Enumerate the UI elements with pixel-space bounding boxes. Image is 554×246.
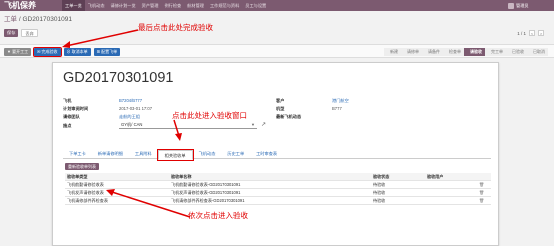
trash-icon[interactable]: 🗑 bbox=[479, 197, 484, 205]
field-value-customer[interactable]: 港门航空 bbox=[332, 98, 349, 104]
nav-item[interactable]: 工单一览 bbox=[62, 0, 85, 11]
location-select[interactable]: GY机/ CAN ▼ bbox=[119, 121, 257, 129]
top-navbar: 飞机保养 工单一览 飞机动态 请修计划一览 资产管理 例行检查 航材管理 工作规范与资料 员工… bbox=[0, 0, 554, 11]
breadcrumb-parent[interactable]: 工单 bbox=[4, 16, 17, 23]
status-stage[interactable]: 请修单 bbox=[401, 48, 422, 56]
main-nav: 工单一览 飞机动态 请修计划一览 资产管理 例行检查 航材管理 工作规范与资料 员工与设置 bbox=[62, 0, 269, 11]
nav-item[interactable]: 工作规范与资料 bbox=[207, 0, 242, 11]
status-bar: 新建 请修单 请备件 检查单 请验收 完工单 已验收 已取消 bbox=[384, 48, 548, 56]
column-header: 验收状态 bbox=[373, 174, 390, 179]
status-stage[interactable]: 检查单 bbox=[443, 48, 464, 56]
tab-item[interactable]: 飞机动态 bbox=[193, 149, 222, 159]
table-cell: 待验收 bbox=[373, 190, 386, 195]
tab-item[interactable]: 相关验收单 bbox=[156, 148, 194, 161]
field-value-aircraft-type: B777 bbox=[332, 106, 342, 111]
tab-item[interactable]: 下单工卡 bbox=[63, 149, 92, 159]
user-name: 管理员 bbox=[516, 2, 529, 8]
nav-item[interactable]: 例行检查 bbox=[161, 0, 184, 11]
field-label-aircraft-type: 机型 bbox=[276, 106, 285, 111]
annotation-bottom: 依次点击进入验收 bbox=[188, 211, 248, 220]
nav-item[interactable]: 飞机动态 bbox=[85, 0, 108, 11]
save-button[interactable]: 保存 bbox=[4, 29, 19, 37]
pager: 1 / 1 < > bbox=[517, 30, 544, 36]
nav-item[interactable]: 请修计划一览 bbox=[108, 0, 139, 11]
table-cell: 待验收 bbox=[373, 182, 386, 187]
location-select-value: GY机/ CAN bbox=[121, 122, 143, 127]
annotation-arrow-top bbox=[62, 29, 139, 48]
status-stage[interactable]: 请备件 bbox=[422, 48, 443, 56]
annotation-arrow-middle bbox=[173, 119, 182, 141]
column-header: 验收单名称 bbox=[171, 174, 192, 179]
trash-icon[interactable]: 🗑 bbox=[479, 181, 484, 189]
breadcrumb: 工单 / GD20170301091 bbox=[4, 13, 72, 23]
table-cell: 待验收 bbox=[373, 198, 386, 203]
field-label-aircraft: 飞机 bbox=[63, 98, 72, 103]
column-header: 验收单类型 bbox=[67, 174, 88, 179]
status-stage[interactable]: 已取消 bbox=[527, 48, 548, 56]
trash-icon[interactable]: 🗑 bbox=[479, 189, 484, 197]
table-header-row: 验收单类型 验收单名称 验收状态 验收用户 bbox=[65, 173, 491, 181]
tab-item[interactable]: 历史工单 bbox=[221, 149, 250, 159]
chevron-down-icon: ▼ bbox=[251, 122, 255, 127]
breadcrumb-current: GD20170301091 bbox=[22, 16, 72, 23]
field-value-plan-time: 2017-03-01 17:07 bbox=[119, 106, 153, 111]
field-label-customer: 客户 bbox=[276, 98, 285, 103]
app-title[interactable]: 飞机保养 bbox=[0, 0, 62, 11]
status-stage[interactable]: 请验收 bbox=[464, 48, 485, 56]
table-cell: 飞机发声请修验收表 bbox=[67, 190, 104, 195]
pager-counter: 1 / 1 bbox=[517, 30, 526, 36]
notebook-tabs: 下单工卡 新单请修明细 工具附料 相关验收单 飞机动态 历史工单 工时审查表 bbox=[63, 148, 491, 161]
avatar bbox=[508, 2, 514, 9]
annotation-arrow-bottom bbox=[106, 189, 191, 218]
pager-next-button[interactable]: > bbox=[538, 30, 544, 36]
reset-acceptance-list-button[interactable]: 重新验收单列表 bbox=[65, 163, 99, 170]
form-buttons: 保存 丢弃 bbox=[4, 29, 38, 37]
tab-item[interactable]: 新单请修明细 bbox=[92, 149, 129, 159]
field-value-aircraft[interactable]: B7204/B777 bbox=[119, 98, 142, 103]
tab-item[interactable]: 工时审查表 bbox=[250, 149, 283, 159]
field-label-plan-time: 计划审阅时间 bbox=[63, 106, 89, 111]
status-stage[interactable]: 完工单 bbox=[485, 48, 506, 56]
nav-item[interactable]: 员工与设置 bbox=[242, 0, 269, 11]
start-work-button[interactable]: ▼ 要开工工 bbox=[4, 48, 32, 56]
status-stage[interactable]: 新建 bbox=[384, 48, 401, 56]
external-link-icon[interactable]: ↗ bbox=[261, 121, 266, 129]
field-label-location: 施点 bbox=[63, 123, 72, 128]
field-label-team: 请修团队 bbox=[63, 114, 80, 119]
nav-item[interactable]: 资产管理 bbox=[139, 0, 162, 11]
field-label-latest-status: 最新飞机动态 bbox=[276, 114, 302, 119]
annotation-top: 最后点击此处完成验收 bbox=[138, 23, 213, 32]
pager-prev-button[interactable]: < bbox=[529, 30, 535, 36]
column-header: 验收用户 bbox=[427, 174, 444, 179]
status-stage[interactable]: 已验收 bbox=[506, 48, 527, 56]
user-menu[interactable]: 管理员 bbox=[508, 2, 550, 9]
discard-button[interactable]: 丢弃 bbox=[21, 29, 38, 37]
record-title: GD20170301091 bbox=[63, 70, 174, 86]
field-value-team[interactable]: 走航的王组 bbox=[119, 114, 140, 120]
breadcrumb-separator: / bbox=[18, 16, 21, 23]
tab-item[interactable]: 工具附料 bbox=[129, 149, 158, 159]
table-cell: 飞机航勤请修验收表 bbox=[67, 182, 104, 187]
nav-item[interactable]: 航材管理 bbox=[184, 0, 207, 11]
